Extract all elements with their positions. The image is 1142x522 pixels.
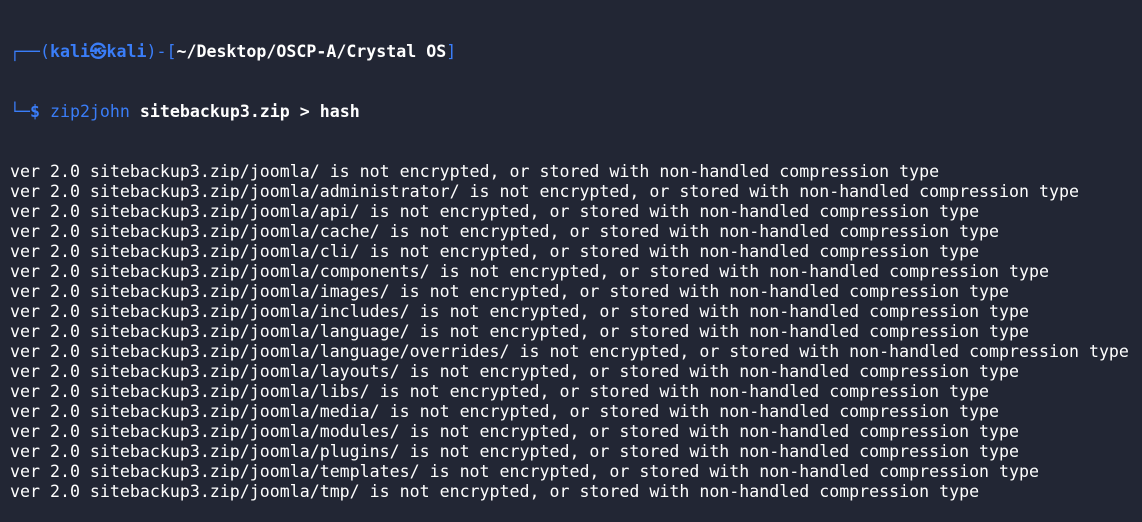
output-line: ver 2.0 sitebackup3.zip/joomla/layouts/ … bbox=[10, 362, 1020, 381]
prompt-frame-bottom: └─ bbox=[10, 102, 30, 121]
output-line: ver 2.0 sitebackup3.zip/joomla/cache/ is… bbox=[10, 222, 1000, 241]
output-line: ver 2.0 sitebackup3.zip/joomla/language/… bbox=[10, 342, 1129, 361]
output-line: ver 2.0 sitebackup3.zip/joomla/media/ is… bbox=[10, 402, 1000, 421]
prompt-frame-mid: )-[ bbox=[146, 42, 177, 61]
prompt-user-host: kali㉿kali bbox=[49, 42, 147, 61]
output-line: ver 2.0 sitebackup3.zip/joomla/cli/ is n… bbox=[10, 242, 980, 261]
output-line: ver 2.0 sitebackup3.zip/joomla/templates… bbox=[10, 462, 1039, 481]
output-line: ver 2.0 sitebackup3.zip/joomla/images/ i… bbox=[10, 282, 1010, 301]
prompt-frame-open: ┌──( bbox=[10, 42, 50, 61]
command-output: ver 2.0 sitebackup3.zip/joomla/ is not e… bbox=[10, 162, 1142, 502]
output-line: ver 2.0 sitebackup3.zip/joomla/language/… bbox=[10, 322, 1030, 341]
output-line: ver 2.0 sitebackup3.zip/joomla/component… bbox=[10, 262, 1049, 281]
output-line: ver 2.0 sitebackup3.zip/joomla/ is not e… bbox=[10, 162, 940, 181]
output-line: ver 2.0 sitebackup3.zip/joomla/tmp/ is n… bbox=[10, 482, 980, 501]
prompt-dollar-sign: $ bbox=[29, 102, 40, 121]
output-line: ver 2.0 sitebackup3.zip/joomla/includes/… bbox=[10, 302, 1030, 321]
output-line: ver 2.0 sitebackup3.zip/joomla/libs/ is … bbox=[10, 382, 990, 401]
command-line[interactable]: └─$ zip2john sitebackup3.zip > hash bbox=[10, 102, 1142, 122]
output-line: ver 2.0 sitebackup3.zip/joomla/plugins/ … bbox=[10, 442, 1020, 461]
output-line: ver 2.0 sitebackup3.zip/joomla/api/ is n… bbox=[10, 202, 980, 221]
output-line: ver 2.0 sitebackup3.zip/joomla/modules/ … bbox=[10, 422, 1020, 441]
terminal-window[interactable]: ┌──(kali㉿kali)-[~/Desktop/OSCP-A/Crystal… bbox=[0, 0, 1142, 501]
prompt-header-line: ┌──(kali㉿kali)-[~/Desktop/OSCP-A/Crystal… bbox=[10, 42, 1142, 62]
prompt-frame-close: ] bbox=[446, 42, 457, 61]
command-name: zip2john bbox=[49, 102, 130, 121]
output-line: ver 2.0 sitebackup3.zip/joomla/administr… bbox=[10, 182, 1079, 201]
command-arguments: sitebackup3.zip > hash bbox=[139, 102, 360, 121]
prompt-working-directory: ~/Desktop/OSCP-A/Crystal OS bbox=[176, 42, 447, 61]
